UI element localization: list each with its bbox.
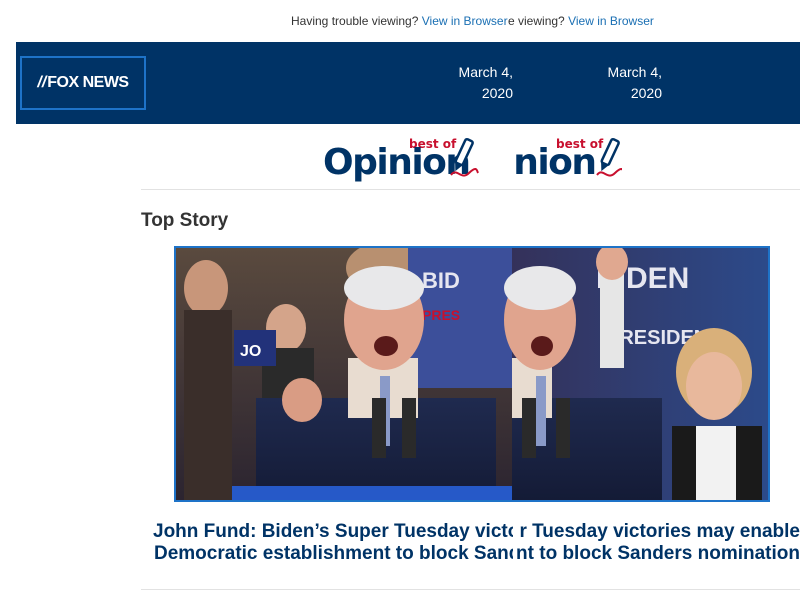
logo-mark-icon: //	[37, 74, 47, 91]
headline-line1-b: r Tuesday victories may enable	[519, 521, 800, 542]
preheader-text-dup: viewing?	[518, 14, 565, 28]
fox-news-logo[interactable]: // FOX NEWS	[20, 56, 146, 110]
headline[interactable]: r Tuesday victories may enable nt to blo…	[513, 521, 800, 567]
date-line1-dup: March 4,	[607, 64, 662, 80]
view-in-browser-link-dup[interactable]: View in Browser	[568, 14, 654, 28]
headline-line2-b: nt to block Sanders nomination	[516, 543, 800, 564]
headline-line1-a: John Fund: Biden’s Super Tuesday victor	[153, 521, 513, 542]
divider-bottom	[141, 589, 800, 590]
preheader-text: Having trouble viewing?	[291, 14, 419, 28]
best-of-opinion-banner[interactable]: best of Opinion	[323, 137, 483, 187]
preheader: Having trouble viewing? View in Browser	[291, 14, 508, 28]
section-title: Top Story	[141, 210, 229, 231]
best-of-opinion-banner-dup: best of Opinion	[512, 137, 622, 187]
date-clipped: March 4, 2020	[440, 62, 513, 106]
top-story-photo[interactable]: JO BID PRES BIDEN PRESIDENT	[174, 246, 770, 502]
view-in-browser-link[interactable]: View in Browser	[422, 14, 508, 28]
svg-text:JO: JO	[240, 343, 261, 360]
date: March 4, 2020	[580, 62, 662, 104]
opinion-word-dup: Opinion	[512, 142, 597, 183]
divider-top	[141, 189, 800, 190]
pen-icon-dup	[596, 137, 622, 177]
headline-clipped[interactable]: John Fund: Biden’s Super Tuesday victor …	[153, 521, 513, 567]
svg-text:PRES: PRES	[422, 307, 460, 323]
preheader-duplicate: e viewing? View in Browser	[508, 14, 658, 28]
rally-photo-illustration: JO BID PRES BIDEN PRESIDENT	[176, 248, 768, 500]
date-line2: 2020	[481, 85, 513, 101]
headline-line2-a: Democratic establishment to block Sand	[154, 543, 513, 564]
logo-text: FOX NEWS	[47, 74, 129, 91]
pen-icon	[450, 137, 479, 177]
date-line1: March 4,	[458, 64, 513, 80]
date-line2-dup: 2020	[630, 85, 662, 101]
svg-text:BID: BID	[422, 268, 460, 293]
